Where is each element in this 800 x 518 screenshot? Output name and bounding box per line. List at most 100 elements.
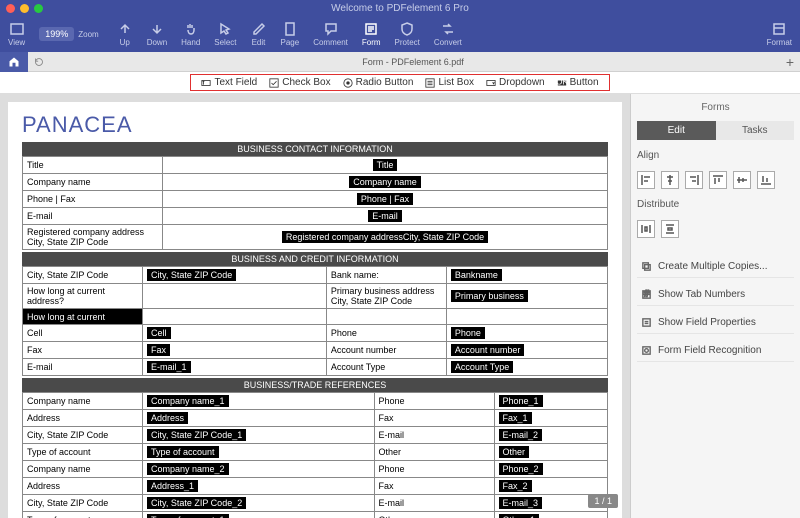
form-button[interactable]: Form: [362, 21, 381, 47]
form-field[interactable]: Other_1: [499, 514, 540, 518]
tab-tasks[interactable]: Tasks: [716, 121, 795, 140]
form-field[interactable]: Fax_2: [499, 480, 532, 492]
down-button[interactable]: Down: [147, 21, 167, 47]
show-properties-action[interactable]: Show Field Properties: [637, 312, 794, 334]
select-button[interactable]: Select: [214, 21, 236, 47]
form-field[interactable]: Registered company addressCity, State ZI…: [282, 231, 488, 243]
home-button[interactable]: [0, 52, 28, 72]
form-field[interactable]: Phone: [451, 327, 485, 339]
document-area[interactable]: PANACEA BUSINESS CONTACT INFORMATION Tit…: [0, 94, 630, 518]
form-field[interactable]: Fax_1: [499, 412, 532, 424]
form-field[interactable]: Phone_1: [499, 395, 543, 407]
align-top-button[interactable]: [709, 171, 727, 189]
form-field[interactable]: Address: [147, 412, 188, 424]
up-button[interactable]: Up: [117, 21, 133, 47]
dropdown-tool[interactable]: Dropdown: [486, 77, 545, 88]
reload-icon[interactable]: [32, 55, 46, 69]
form-field[interactable]: Type of account: [147, 446, 219, 458]
form-field[interactable]: Title: [373, 159, 398, 171]
close-icon[interactable]: [6, 4, 15, 13]
form-field[interactable]: E-mail: [368, 210, 402, 222]
page-title: PANACEA: [22, 112, 608, 138]
form-field[interactable]: Address_1: [147, 480, 198, 492]
tab-bar: Form - PDFelement 6.pdf +: [0, 52, 800, 72]
field-cell: Phone: [446, 325, 607, 342]
form-field[interactable]: Phone_2: [499, 463, 543, 475]
field-cell: City, State ZIP Code: [143, 267, 327, 284]
zoom-control[interactable]: 199%Zoom: [39, 27, 98, 41]
form-field[interactable]: Type of account_1: [147, 514, 229, 518]
form-field[interactable]: Company name: [349, 176, 421, 188]
form-field[interactable]: Bankname: [451, 269, 502, 281]
convert-button[interactable]: Convert: [434, 21, 462, 47]
field-cell: Type of account: [143, 444, 375, 461]
field-label: Address: [23, 478, 143, 495]
form-field[interactable]: Company name_2: [147, 463, 229, 475]
tab-edit[interactable]: Edit: [637, 121, 716, 140]
field-label: Other: [374, 444, 494, 461]
document-tab[interactable]: Form - PDFelement 6.pdf: [46, 57, 780, 67]
field-cell: Other: [494, 444, 608, 461]
checkbox-tool[interactable]: Check Box: [269, 77, 330, 88]
main-toolbar: View 199%Zoom Up Down Hand Select Edit P…: [0, 16, 800, 52]
field-cell: Fax_1: [494, 410, 608, 427]
form-tools-bar: Text Field Check Box Radio Button List B…: [0, 72, 800, 94]
titlebar: Welcome to PDFelement 6 Pro: [0, 0, 800, 16]
format-button[interactable]: Format: [767, 21, 792, 47]
edit-button[interactable]: Edit: [251, 21, 267, 47]
document-page: PANACEA BUSINESS CONTACT INFORMATION Tit…: [8, 102, 622, 518]
distribute-v-button[interactable]: [661, 220, 679, 238]
field-cell: Account Type: [446, 359, 607, 376]
maximize-icon[interactable]: [34, 4, 43, 13]
protect-button[interactable]: Protect: [395, 21, 420, 47]
form-field[interactable]: Fax: [147, 344, 170, 356]
references-table: Company nameCompany name_1PhonePhone_1Ad…: [22, 392, 608, 518]
form-field[interactable]: E-mail_3: [499, 497, 543, 509]
field-label: Phone: [374, 393, 494, 410]
comment-button[interactable]: Comment: [313, 21, 348, 47]
form-field[interactable]: City, State ZIP Code_1: [147, 429, 246, 441]
field-cell: Account number: [446, 342, 607, 359]
form-field[interactable]: Cell: [147, 327, 171, 339]
button-tool[interactable]: OKButton: [557, 77, 599, 88]
section-header: BUSINESS CONTACT INFORMATION: [22, 142, 608, 156]
view-button[interactable]: View: [8, 21, 25, 47]
listbox-tool[interactable]: List Box: [425, 77, 474, 88]
form-field[interactable]: E-mail_2: [499, 429, 543, 441]
field-label: Account number: [326, 342, 446, 359]
main-area: PANACEA BUSINESS CONTACT INFORMATION Tit…: [0, 94, 800, 518]
show-tab-numbers-action[interactable]: #Show Tab Numbers: [637, 284, 794, 306]
section-header: BUSINESS AND CREDIT INFORMATION: [22, 252, 608, 266]
new-tab-button[interactable]: +: [780, 54, 800, 70]
radio-tool[interactable]: Radio Button: [343, 77, 414, 88]
minimize-icon[interactable]: [20, 4, 29, 13]
align-left-button[interactable]: [637, 171, 655, 189]
form-field[interactable]: Other: [499, 446, 530, 458]
form-field[interactable]: City, State ZIP Code_2: [147, 497, 246, 509]
field-recognition-action[interactable]: Form Field Recognition: [637, 340, 794, 362]
field-cell: Phone | Fax: [163, 191, 608, 208]
create-copies-action[interactable]: Create Multiple Copies...: [637, 256, 794, 278]
align-center-h-button[interactable]: [661, 171, 679, 189]
distribute-h-button[interactable]: [637, 220, 655, 238]
form-field[interactable]: Company name_1: [147, 395, 229, 407]
field-label: Address: [23, 410, 143, 427]
hand-button[interactable]: Hand: [181, 21, 200, 47]
form-field[interactable]: E-mail_1: [147, 361, 191, 373]
form-field[interactable]: City, State ZIP Code: [147, 269, 236, 281]
field-label: E-mail: [374, 427, 494, 444]
align-middle-button[interactable]: [733, 171, 751, 189]
align-bottom-button[interactable]: [757, 171, 775, 189]
form-field[interactable]: Account number: [451, 344, 525, 356]
window-controls: [6, 4, 43, 13]
field-cell: Other_1: [494, 512, 608, 518]
form-field[interactable]: Account Type: [451, 361, 513, 373]
field-label: Fax: [374, 478, 494, 495]
text-field-tool[interactable]: Text Field: [201, 77, 257, 88]
align-right-button[interactable]: [685, 171, 703, 189]
field-label: Title: [23, 157, 163, 174]
field-cell: Address: [143, 410, 375, 427]
page-button[interactable]: Page: [281, 21, 300, 47]
form-field[interactable]: Primary business: [451, 290, 528, 302]
form-field[interactable]: Phone | Fax: [357, 193, 413, 205]
